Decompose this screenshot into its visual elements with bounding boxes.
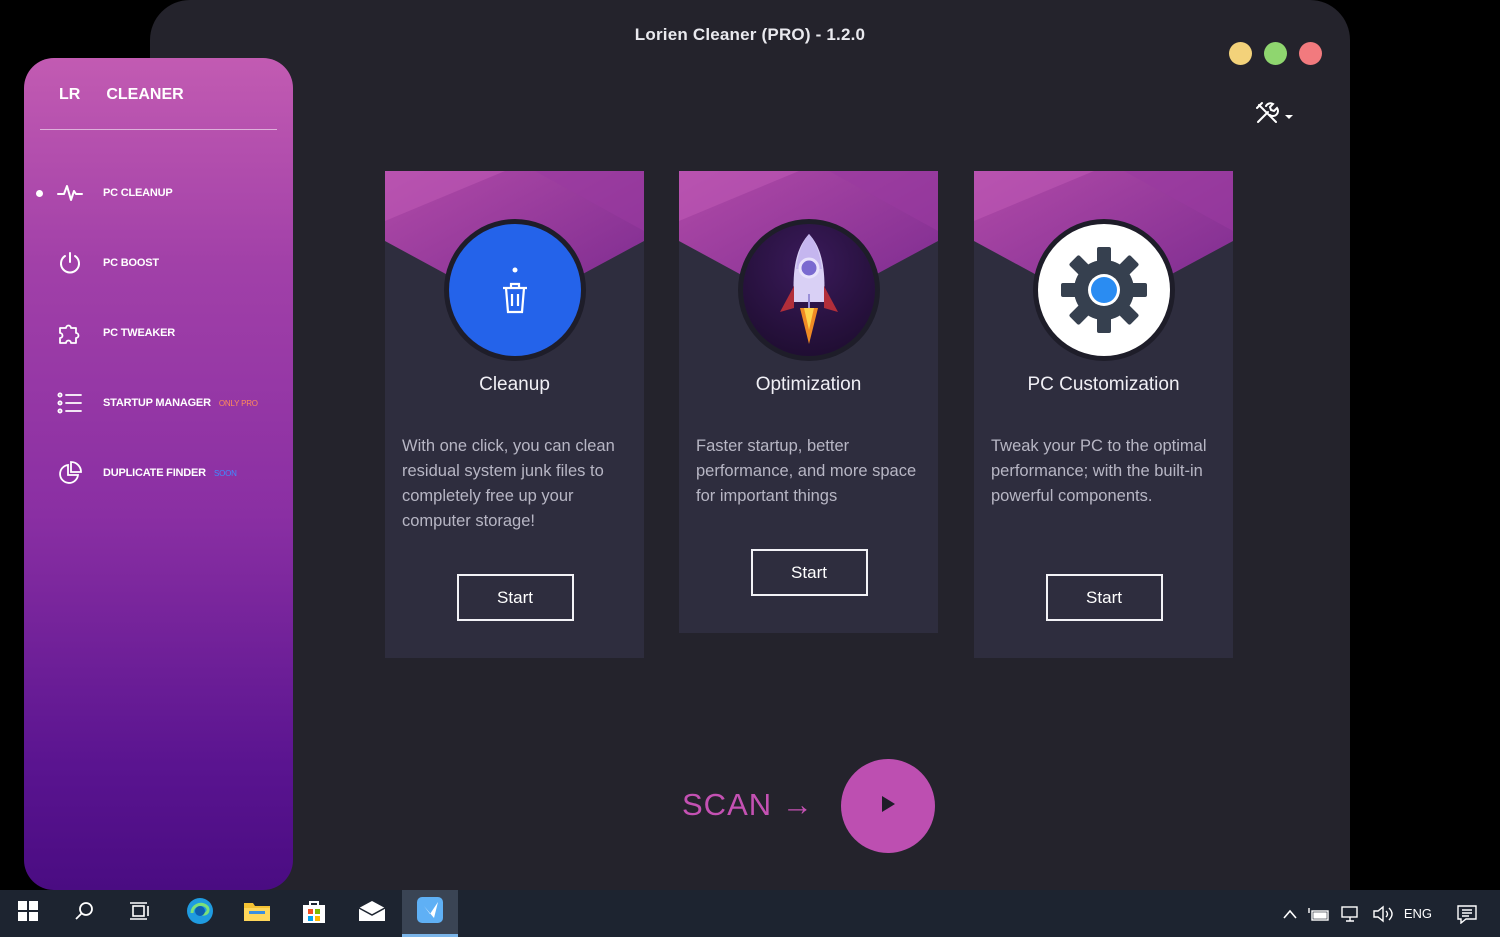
minimize-button[interactable] xyxy=(1229,42,1252,65)
taskbar: ENG xyxy=(0,890,1500,937)
sidebar-nav: PC CLEANUP PC BOOST PC TWEAKER STARTUP M… xyxy=(24,158,293,508)
sidebar-item-label: PC CLEANUP xyxy=(103,187,173,199)
optimization-icon-badge xyxy=(737,219,880,361)
card-description: With one click, you can clean residual s… xyxy=(402,437,615,530)
active-indicator xyxy=(36,189,43,197)
optimization-start-button[interactable]: Start xyxy=(750,549,868,596)
edge-browser-icon xyxy=(186,897,214,930)
pie-chart-icon xyxy=(57,460,83,486)
scan-label: SCAN → xyxy=(682,787,814,822)
cleanup-icon-badge xyxy=(443,219,586,361)
taskbar-store[interactable] xyxy=(286,890,342,937)
windows-icon xyxy=(18,901,38,926)
taskbar-edge[interactable] xyxy=(172,890,228,937)
taskbar-search-button[interactable] xyxy=(56,890,112,937)
play-icon xyxy=(880,795,896,818)
notification-icon[interactable] xyxy=(1456,904,1478,924)
window-title: Lorien Cleaner (PRO) - 1.2.0 xyxy=(634,25,866,44)
gear-icon xyxy=(1037,224,1170,356)
search-icon xyxy=(74,901,94,926)
caret-down-icon xyxy=(1284,107,1294,125)
taskbar-file-explorer[interactable] xyxy=(229,890,285,937)
chevron-up-icon[interactable] xyxy=(1282,909,1298,919)
system-tray: ENG xyxy=(1282,890,1478,937)
sidebar-item-label: STARTUP MANAGER xyxy=(103,397,211,409)
scan-button[interactable] xyxy=(841,759,935,853)
battery-icon[interactable] xyxy=(1308,906,1330,922)
network-icon[interactable] xyxy=(1340,905,1362,923)
store-icon xyxy=(301,898,327,929)
language-indicator[interactable]: ENG xyxy=(1404,906,1432,921)
tools-menu-button[interactable] xyxy=(1254,100,1294,131)
close-button[interactable] xyxy=(1299,42,1322,65)
maximize-button[interactable] xyxy=(1264,42,1287,65)
pc-customization-card: PC Customization Tweak your PC to the op… xyxy=(974,171,1233,658)
pulse-icon xyxy=(57,180,83,206)
taskbar-mail[interactable] xyxy=(344,890,400,937)
brand: LR CLEANER xyxy=(59,86,184,104)
optimization-card: Optimization Faster startup, better perf… xyxy=(679,171,938,633)
cleanup-card: Cleanup With one click, you can clean re… xyxy=(385,171,644,658)
pro-badge: ONLY PRO xyxy=(218,398,258,408)
brand-short: LR xyxy=(59,86,81,103)
sidebar-item-pc-tweaker[interactable]: PC TWEAKER xyxy=(24,298,293,368)
list-icon xyxy=(57,390,83,416)
puzzle-icon xyxy=(57,320,83,346)
brand-divider xyxy=(40,129,277,130)
desktop: Lorien Cleaner (PRO) - 1.2.0 LR CLEANER xyxy=(0,0,1500,890)
cleanup-start-button[interactable]: Start xyxy=(456,574,574,621)
sidebar-item-label: PC BOOST xyxy=(103,257,159,269)
mail-icon xyxy=(358,900,386,927)
power-icon xyxy=(57,250,83,276)
sidebar-item-label: PC TWEAKER xyxy=(103,327,175,339)
sidebar-item-pc-boost[interactable]: PC BOOST xyxy=(24,228,293,298)
folder-icon xyxy=(243,900,271,927)
rocket-icon xyxy=(742,224,875,356)
start-button[interactable] xyxy=(0,890,56,937)
window-controls xyxy=(1229,42,1322,65)
sidebar-item-startup-manager[interactable]: STARTUP MANAGER ONLY PRO xyxy=(24,368,293,438)
customization-start-button[interactable]: Start xyxy=(1045,574,1163,621)
sidebar-item-duplicate-finder[interactable]: DUPLICATE FINDER SOON xyxy=(24,438,293,508)
cleaner-app-icon xyxy=(416,896,444,929)
task-view-button[interactable] xyxy=(112,890,168,937)
soon-badge: SOON xyxy=(213,468,237,478)
card-description: Tweak your PC to the optimal performance… xyxy=(991,437,1207,505)
brand-name: CLEANER xyxy=(106,86,184,103)
tools-icon xyxy=(1254,100,1280,131)
volume-icon[interactable] xyxy=(1372,905,1394,923)
card-description: Faster startup, better performance, and … xyxy=(696,437,917,505)
customization-icon-badge xyxy=(1032,219,1175,361)
sidebar-item-label: DUPLICATE FINDER xyxy=(103,467,206,479)
sidebar-item-pc-cleanup[interactable]: PC CLEANUP xyxy=(24,158,293,228)
sidebar: LR CLEANER PC CLEANUP PC BOOST PC TWEAKE… xyxy=(24,58,293,890)
task-view-icon xyxy=(129,901,151,926)
card-title: Cleanup xyxy=(479,374,550,395)
taskbar-lorien-cleaner[interactable] xyxy=(402,890,458,937)
trash-icon xyxy=(448,224,581,356)
card-title: PC Customization xyxy=(1027,374,1180,395)
card-title: Optimization xyxy=(755,374,862,395)
